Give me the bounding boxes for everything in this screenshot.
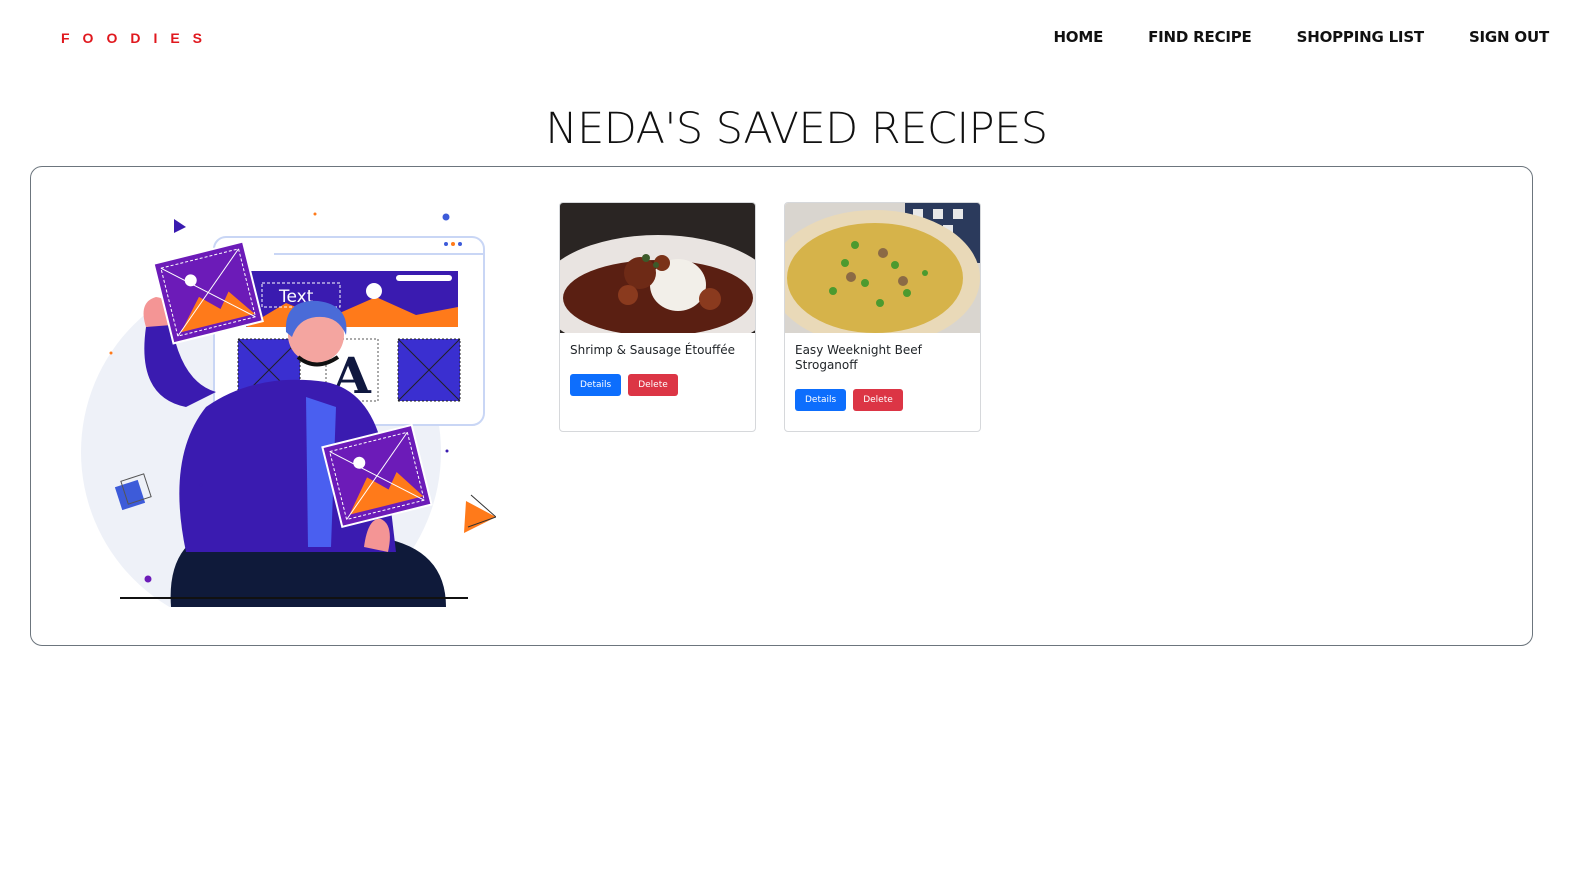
recipe-image-shrimp-etouffee[interactable] <box>560 203 755 333</box>
delete-button[interactable]: Delete <box>628 374 678 396</box>
recipe-image-beef-stroganoff[interactable] <box>785 203 980 333</box>
recipe-card: Easy Weeknight Beef Stroganoff Details D… <box>784 202 981 432</box>
nav-link-find-recipe[interactable]: FIND RECIPE <box>1148 28 1252 46</box>
page-title: NEDA'S SAVED RECIPES <box>545 104 1048 154</box>
delete-button[interactable]: Delete <box>853 389 903 411</box>
navbar: FOODIES HOME FIND RECIPE SHOPPING LIST S… <box>0 0 1593 78</box>
details-button[interactable]: Details <box>795 389 847 411</box>
nav-links: HOME FIND RECIPE SHOPPING LIST SIGN OUT <box>1008 28 1549 46</box>
recipe-card: Shrimp & Sausage Étouffée Details Delete <box>559 202 756 432</box>
nav-link-shopping-list[interactable]: SHOPPING LIST <box>1297 28 1425 46</box>
details-button[interactable]: Details <box>570 374 622 396</box>
recipe-card-list: Shrimp & Sausage Étouffée Details Delete <box>559 202 981 432</box>
saved-recipes-panel: Text A Shrimp & Sausage Étouffée Details… <box>30 166 1533 646</box>
recipe-card-body: Easy Weeknight Beef Stroganoff Details D… <box>785 333 980 431</box>
nav-link-home[interactable]: HOME <box>1053 28 1103 46</box>
brand-logo[interactable]: FOODIES <box>61 30 215 46</box>
designer-illustration: Text A <box>81 212 496 607</box>
recipe-actions: Details Delete <box>795 389 970 411</box>
recipe-title: Easy Weeknight Beef Stroganoff <box>795 343 922 372</box>
recipe-card-body: Shrimp & Sausage Étouffée Details Delete <box>560 333 755 416</box>
nav-link-sign-out[interactable]: SIGN OUT <box>1469 28 1549 46</box>
recipe-actions: Details Delete <box>570 374 745 396</box>
recipe-title: Shrimp & Sausage Étouffée <box>570 343 736 357</box>
